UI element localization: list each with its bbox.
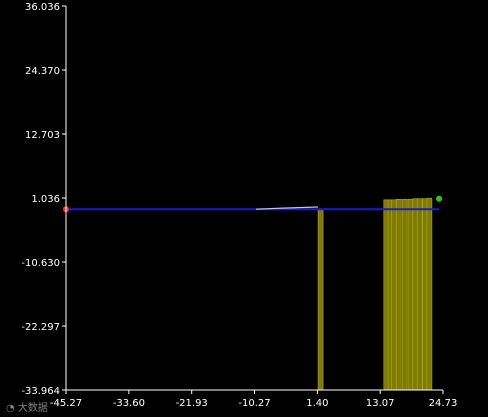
- marker-1: [436, 195, 443, 202]
- bar-8: [416, 198, 423, 391]
- bar-10: [426, 197, 433, 391]
- x-tick-label-6: 24.73: [429, 398, 458, 409]
- bars-layer: [317, 197, 433, 391]
- bar-6: [407, 199, 414, 391]
- watermark-icon: ◔: [6, 403, 15, 414]
- watermark-text: 大数据: [17, 403, 48, 414]
- bar-0: [317, 208, 324, 391]
- bar-3: [390, 199, 397, 391]
- y-tick-label-6: -33.964: [21, 386, 60, 397]
- x-tick-label-0: -45.27: [50, 398, 82, 409]
- x-tick-label-5: 13.07: [366, 398, 395, 409]
- y-tick-label-3: 1.036: [31, 194, 60, 205]
- x-tick-label-2: -21.93: [176, 398, 208, 409]
- bar-5: [401, 199, 408, 391]
- watermark: ◔ 大数据: [6, 399, 48, 414]
- y-tick-label-4: -10.630: [21, 258, 60, 269]
- chart: 36.036 24.370 12.703 1.036 -10.630 -22.297 -33…: [21, 2, 458, 409]
- x-tick-label-3: -10.27: [238, 398, 270, 409]
- y-tick-label-5: -22.297: [21, 322, 60, 333]
- x-tick-label-4: 1.40: [306, 398, 328, 409]
- bar-4: [395, 199, 402, 391]
- y-tick-label-0: 36.036: [25, 2, 60, 13]
- y-tick-label-2: 12.703: [25, 130, 60, 141]
- x-tick-label-1: -33.60: [113, 398, 145, 409]
- y-tick-label-1: 24.370: [25, 66, 60, 77]
